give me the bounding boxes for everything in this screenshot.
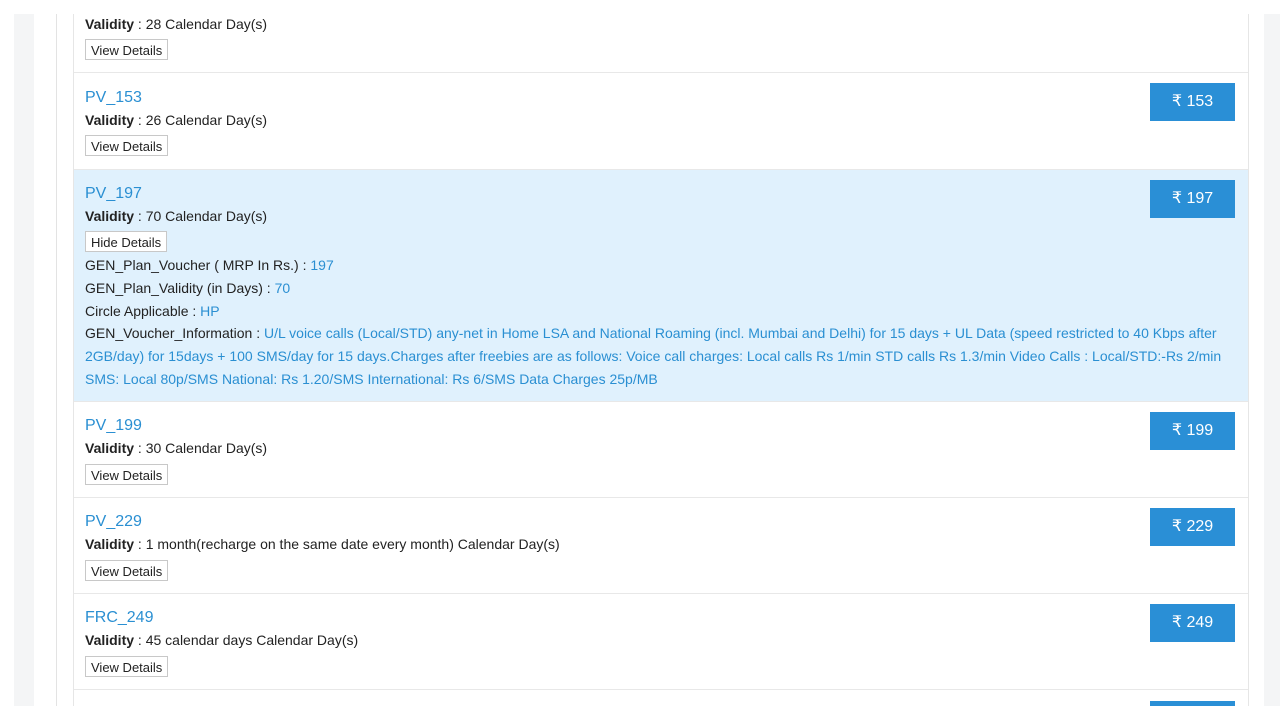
rupee-icon: ₹ [1171, 190, 1183, 207]
validity-label: Validity [85, 208, 135, 224]
view-details-button[interactable]: View Details [85, 39, 169, 60]
validity-value: 1 month(recharge on the same date every … [145, 536, 560, 552]
validity-value: 70 Calendar Day(s) [145, 208, 268, 224]
left-gutter [14, 14, 34, 706]
plan-validity: Validity : 28 Calendar Day(s) [85, 16, 268, 32]
price-button[interactable]: ₹ 249 [1150, 604, 1235, 642]
validity-value: 30 Calendar Day(s) [145, 440, 268, 456]
rupee-icon: ₹ [1171, 518, 1183, 535]
validity-label: Validity [85, 440, 135, 456]
mrp-line: GEN_Plan_Voucher ( MRP In Rs.) : 197 [85, 257, 334, 273]
validity-label: Validity [85, 16, 135, 32]
view-details-button[interactable]: View Details [85, 135, 169, 156]
plan-row: Validity : 28 Calendar Day(s) View Detai… [74, 14, 1248, 73]
plan-validity-value: 70 [274, 280, 291, 296]
plan-name[interactable]: FRC_249 [85, 608, 153, 628]
price-button[interactable]: ₹ 199 [1150, 412, 1235, 450]
circle-value: HP [200, 303, 220, 319]
price-value: 229 [1186, 518, 1214, 535]
price-button[interactable]: ₹ 153 [1150, 83, 1235, 121]
voucher-info: GEN_Voucher_Information : U/L voice call… [85, 325, 1222, 387]
rupee-icon: ₹ [1171, 422, 1183, 439]
plan-name[interactable]: PV_153 [85, 88, 142, 108]
plan-validity-line: GEN_Plan_Validity (in Days) : 70 [85, 280, 291, 296]
plan-name[interactable]: PV_199 [85, 416, 142, 436]
hide-details-button[interactable]: Hide Details [85, 231, 168, 252]
plan-validity: Validity : 26 Calendar Day(s) [85, 112, 268, 128]
plan-row: PV_153 Validity : 26 Calendar Day(s) Vie… [74, 73, 1248, 170]
view-details-button[interactable]: View Details [85, 464, 169, 485]
price-value: 199 [1186, 422, 1214, 439]
view-details-button[interactable]: View Details [85, 560, 169, 581]
mrp-value: 197 [310, 257, 334, 273]
plan-validity: Validity : 70 Calendar Day(s) [85, 208, 268, 224]
view-details-button[interactable]: View Details [85, 656, 169, 677]
plan-name[interactable]: PV_229 [85, 512, 142, 532]
price-button[interactable] [1150, 701, 1235, 706]
plan-validity: Validity : 1 month(recharge on the same … [85, 536, 560, 552]
validity-label: Validity [85, 632, 135, 648]
plan-row: FRC_249 Validity : 45 calendar days Cale… [74, 594, 1248, 690]
right-gutter [1264, 14, 1280, 706]
circle-line: Circle Applicable : HP [85, 303, 220, 319]
price-button[interactable]: ₹ 197 [1150, 180, 1235, 218]
price-value: 249 [1186, 614, 1214, 631]
plan-row-expanded: PV_197 Validity : 70 Calendar Day(s) Hid… [74, 170, 1248, 402]
plan-list: Validity : 28 Calendar Day(s) View Detai… [73, 14, 1249, 706]
price-button[interactable]: ₹ 229 [1150, 508, 1235, 546]
plan-row: PV_199 Validity : 30 Calendar Day(s) Vie… [74, 402, 1248, 498]
outer-divider [56, 14, 57, 706]
rupee-icon: ₹ [1171, 93, 1183, 110]
validity-value: 45 calendar days Calendar Day(s) [145, 632, 359, 648]
rupee-icon: ₹ [1171, 614, 1183, 631]
price-value: 197 [1186, 190, 1214, 207]
validity-label: Validity [85, 112, 135, 128]
validity-value: 28 Calendar Day(s) [145, 16, 268, 32]
plan-row [74, 690, 1248, 706]
plan-name[interactable]: PV_197 [85, 184, 142, 204]
validity-value: 26 Calendar Day(s) [145, 112, 268, 128]
plan-validity: Validity : 45 calendar days Calendar Day… [85, 632, 359, 648]
plan-row: PV_229 Validity : 1 month(recharge on th… [74, 498, 1248, 594]
price-value: 153 [1186, 93, 1214, 110]
validity-label: Validity [85, 536, 135, 552]
plan-validity: Validity : 30 Calendar Day(s) [85, 440, 268, 456]
